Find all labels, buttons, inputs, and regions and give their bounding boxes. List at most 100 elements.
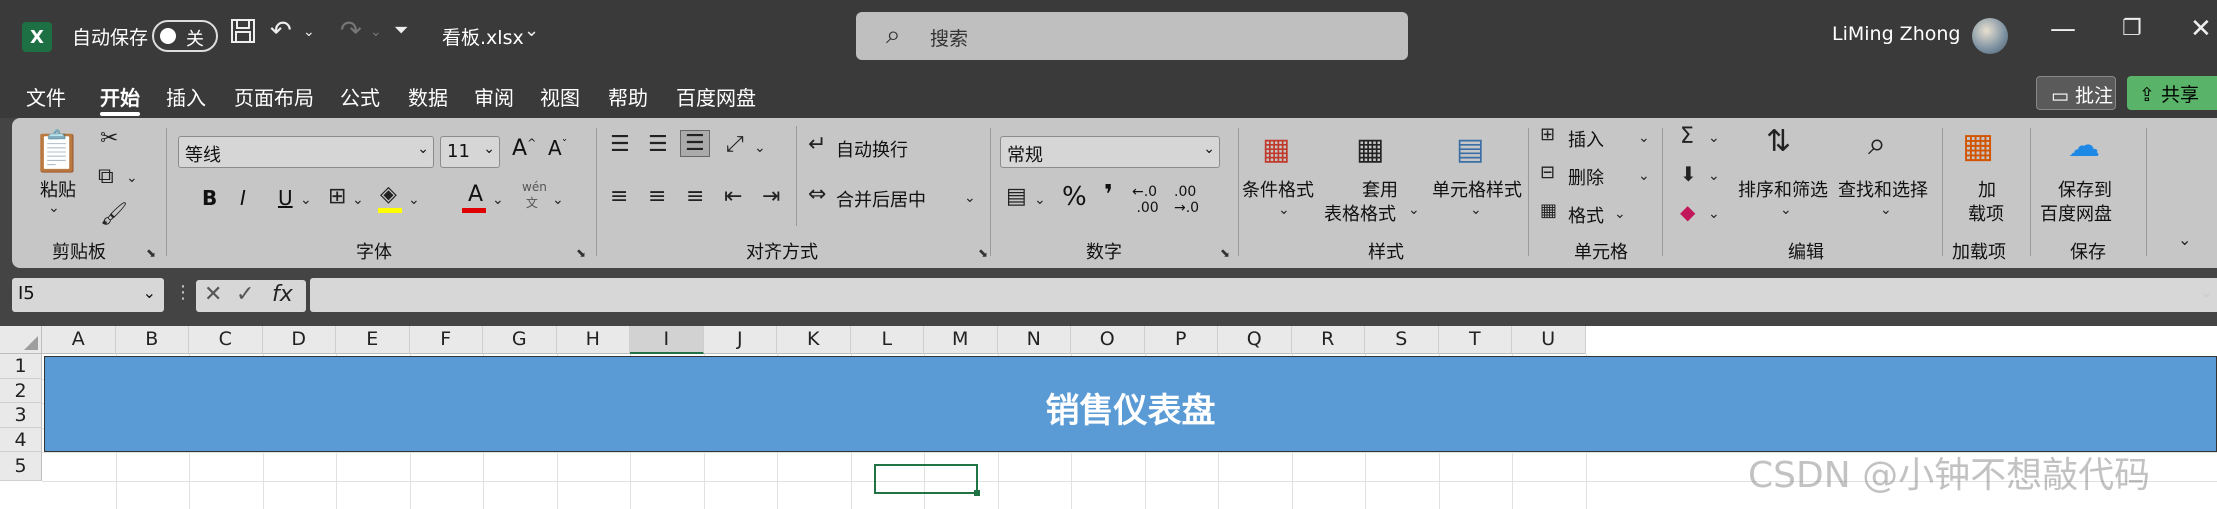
restore-icon[interactable]: ❐ [2122, 16, 2142, 41]
column-header-g[interactable]: G [483, 326, 557, 354]
copy-icon[interactable]: ⧉ [98, 164, 114, 189]
tab-view[interactable]: 视图 [540, 82, 580, 111]
font-size-select[interactable]: 11 ⌄ [440, 136, 500, 168]
save-to-line1[interactable]: 保存到 [2058, 176, 2112, 202]
column-header-j[interactable]: J [703, 326, 777, 354]
row-header-4[interactable]: 4 [0, 427, 42, 452]
align-top-icon[interactable]: ☰ [610, 132, 630, 157]
save-icon[interactable] [230, 18, 256, 51]
copy-dropdown-icon[interactable]: ⌄ [126, 170, 138, 186]
file-name[interactable]: 看板.xlsx [442, 23, 524, 50]
cut-icon[interactable]: ✂ [100, 126, 118, 151]
row-header-3[interactable]: 3 [0, 403, 42, 428]
delete-cells-icon[interactable]: ⊟ [1540, 162, 1555, 183]
addins-line1[interactable]: 加 [1978, 176, 1996, 202]
merge-center-button[interactable]: 合并后居中 [836, 186, 926, 212]
increase-indent-icon[interactable]: ⇥ [762, 184, 780, 209]
find-dropdown-icon[interactable]: ⌄ [1880, 202, 1892, 218]
save-to-line2[interactable]: 百度网盘 [2040, 200, 2112, 226]
align-bottom-icon[interactable]: ☰ [680, 130, 710, 157]
undo-dropdown-icon[interactable]: ⌄ [303, 24, 315, 40]
borders-icon[interactable]: ⊞ [328, 184, 346, 209]
conditional-formatting-icon[interactable]: ▦ [1262, 132, 1290, 167]
cell-styles-dropdown-icon[interactable]: ⌄ [1470, 202, 1482, 218]
tab-data[interactable]: 数据 [408, 82, 448, 111]
clipboard-launcher-icon[interactable]: ⬊ [146, 246, 156, 260]
decrease-indent-icon[interactable]: ⇤ [724, 184, 742, 209]
insert-function-icon[interactable]: fx [272, 282, 293, 307]
align-left-icon[interactable]: ≡ [610, 184, 628, 209]
fill-dropdown-icon[interactable]: ⌄ [1708, 168, 1720, 184]
column-header-p[interactable]: P [1144, 326, 1218, 354]
accounting-dropdown-icon[interactable]: ⌄ [1034, 192, 1046, 208]
expand-formula-icon[interactable]: ⌄ [2200, 282, 2213, 301]
bold-button[interactable]: B [202, 186, 217, 210]
undo-icon[interactable]: ↶ [270, 16, 292, 46]
orientation-dropdown-icon[interactable]: ⌄ [754, 140, 766, 156]
format-as-table-line2[interactable]: 表格格式 [1324, 200, 1396, 226]
align-right-icon[interactable]: ≡ [686, 184, 704, 209]
insert-cells-button[interactable]: 插入 [1568, 126, 1604, 152]
find-select-icon[interactable]: ⌕ [1868, 124, 1886, 163]
alignment-launcher-icon[interactable]: ⬊ [978, 246, 988, 260]
column-header-s[interactable]: S [1365, 326, 1439, 354]
fill-color-dropdown-icon[interactable]: ⌄ [408, 192, 420, 208]
conditional-dropdown-icon[interactable]: ⌄ [1278, 202, 1290, 218]
select-all-corner[interactable] [0, 326, 42, 354]
column-header-u[interactable]: U [1512, 326, 1586, 354]
column-header-q[interactable]: Q [1218, 326, 1292, 354]
addins-icon[interactable]: ▦ [1962, 126, 1994, 166]
number-format-select[interactable]: 常规 ⌄ [1000, 136, 1220, 168]
increase-decimal-icon[interactable]: ←.0 .00 [1132, 184, 1159, 216]
name-box[interactable]: I5 ⌄ [12, 278, 164, 312]
tab-file[interactable]: 文件 [26, 82, 66, 111]
borders-dropdown-icon[interactable]: ⌄ [352, 192, 364, 208]
column-header-t[interactable]: T [1438, 326, 1512, 354]
formula-input[interactable] [310, 278, 2217, 312]
column-header-m[interactable]: M [924, 326, 998, 354]
font-launcher-icon[interactable]: ⬊ [576, 246, 586, 260]
cell-styles-button[interactable]: 单元格样式 [1432, 176, 1522, 202]
italic-button[interactable]: I [240, 186, 246, 210]
share-button[interactable]: ⇪ 共享 [2127, 76, 2217, 110]
comma-style-button[interactable]: ❜ [1104, 180, 1113, 210]
format-cells-icon[interactable]: ▦ [1540, 200, 1557, 221]
decrease-decimal-icon[interactable]: .00 →.0 [1174, 184, 1199, 216]
insert-cells-icon[interactable]: ⊞ [1540, 124, 1555, 145]
dashboard-title-banner[interactable]: 销售仪表盘 [44, 356, 2217, 452]
underline-dropdown-icon[interactable]: ⌄ [300, 192, 312, 208]
format-painter-icon[interactable]: 🖌 [100, 202, 128, 227]
paste-button[interactable]: 粘贴 [40, 176, 76, 202]
wrap-text-icon[interactable]: ↵ [808, 132, 826, 157]
customize-toolbar-icon[interactable]: ⏷ [394, 20, 408, 41]
delete-dropdown-icon[interactable]: ⌄ [1638, 168, 1650, 184]
font-color-icon[interactable]: A [468, 182, 483, 207]
column-header-e[interactable]: E [336, 326, 410, 354]
format-as-table-icon[interactable]: ▦ [1356, 132, 1384, 167]
orientation-icon[interactable]: ⤢ [726, 132, 744, 157]
autosum-dropdown-icon[interactable]: ⌄ [1708, 130, 1720, 146]
percent-button[interactable]: % [1062, 182, 1087, 212]
paste-dropdown-icon[interactable]: ⌄ [48, 200, 60, 216]
row-header-2[interactable]: 2 [0, 378, 42, 403]
format-as-table-line1[interactable]: 套用 [1362, 176, 1398, 202]
column-header-c[interactable]: C [189, 326, 263, 354]
search-box[interactable]: ⌕ 搜索 [856, 12, 1408, 60]
more-options-icon[interactable]: ⋮ [174, 282, 192, 303]
autosum-icon[interactable]: Σ [1680, 124, 1694, 149]
increase-font-size-icon[interactable]: A^ [512, 136, 536, 161]
wrap-text-button[interactable]: 自动换行 [836, 136, 908, 162]
column-header-d[interactable]: D [262, 326, 336, 354]
merge-center-icon[interactable]: ⇔ [808, 182, 826, 207]
clear-dropdown-icon[interactable]: ⌄ [1708, 206, 1720, 222]
tab-review[interactable]: 审阅 [474, 82, 514, 111]
underline-button[interactable]: U [278, 186, 293, 210]
phonetic-dropdown-icon[interactable]: ⌄ [552, 192, 564, 208]
paste-icon[interactable]: 📋 [32, 128, 82, 175]
find-select-button[interactable]: 查找和选择 [1838, 176, 1928, 202]
tab-page-layout[interactable]: 页面布局 [234, 82, 314, 111]
column-header-h[interactable]: H [556, 326, 630, 354]
align-middle-icon[interactable]: ☰ [648, 132, 668, 157]
column-header-b[interactable]: B [115, 326, 189, 354]
font-name-select[interactable]: 等线 ⌄ [178, 136, 434, 168]
